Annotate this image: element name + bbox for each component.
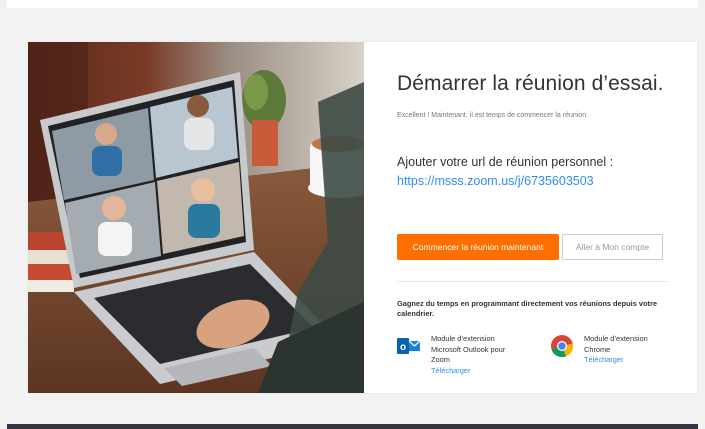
chrome-plugin-line-1: Module d’extension bbox=[584, 334, 648, 343]
page-title: Démarrer la réunion d’essai. bbox=[397, 72, 664, 95]
top-strip bbox=[7, 0, 698, 8]
outlook-icon: o bbox=[397, 338, 421, 354]
trial-meeting-card: Démarrer la réunion d’essai. Excellent !… bbox=[28, 42, 697, 393]
chrome-plugin-line-2: Chrome bbox=[584, 344, 611, 354]
svg-text:o: o bbox=[400, 342, 406, 353]
trial-meeting-content: Démarrer la réunion d’essai. Excellent !… bbox=[364, 42, 697, 393]
subtitle-text: Excellent ! Maintenant, il est temps de … bbox=[397, 112, 589, 119]
go-to-my-account-button[interactable]: Aller à Mon compte bbox=[562, 234, 663, 260]
outlook-download-link[interactable]: Télécharger bbox=[431, 366, 531, 377]
chrome-icon bbox=[551, 335, 574, 358]
outlook-plugin-line-3: Zoom bbox=[431, 355, 450, 364]
section-divider bbox=[397, 281, 668, 282]
personal-url-label: Ajouter votre url de réunion personnel : bbox=[397, 155, 614, 169]
plugins-heading: Gagnez du temps en programmant directeme… bbox=[397, 299, 657, 318]
outlook-plugin-line-2: Microsoft Outlook pour bbox=[431, 344, 506, 354]
footer-bar bbox=[7, 424, 698, 429]
chrome-download-link[interactable]: Télécharger bbox=[584, 355, 674, 366]
start-meeting-now-button[interactable]: Commencer la réunion maintenant bbox=[397, 234, 559, 260]
outlook-plugin-line-1: Module d’extension bbox=[431, 334, 495, 343]
personal-meeting-url-link[interactable]: https://msss.zoom.us/j/6735603503 bbox=[397, 174, 594, 188]
hero-photo-laptop-video-call bbox=[28, 42, 364, 393]
